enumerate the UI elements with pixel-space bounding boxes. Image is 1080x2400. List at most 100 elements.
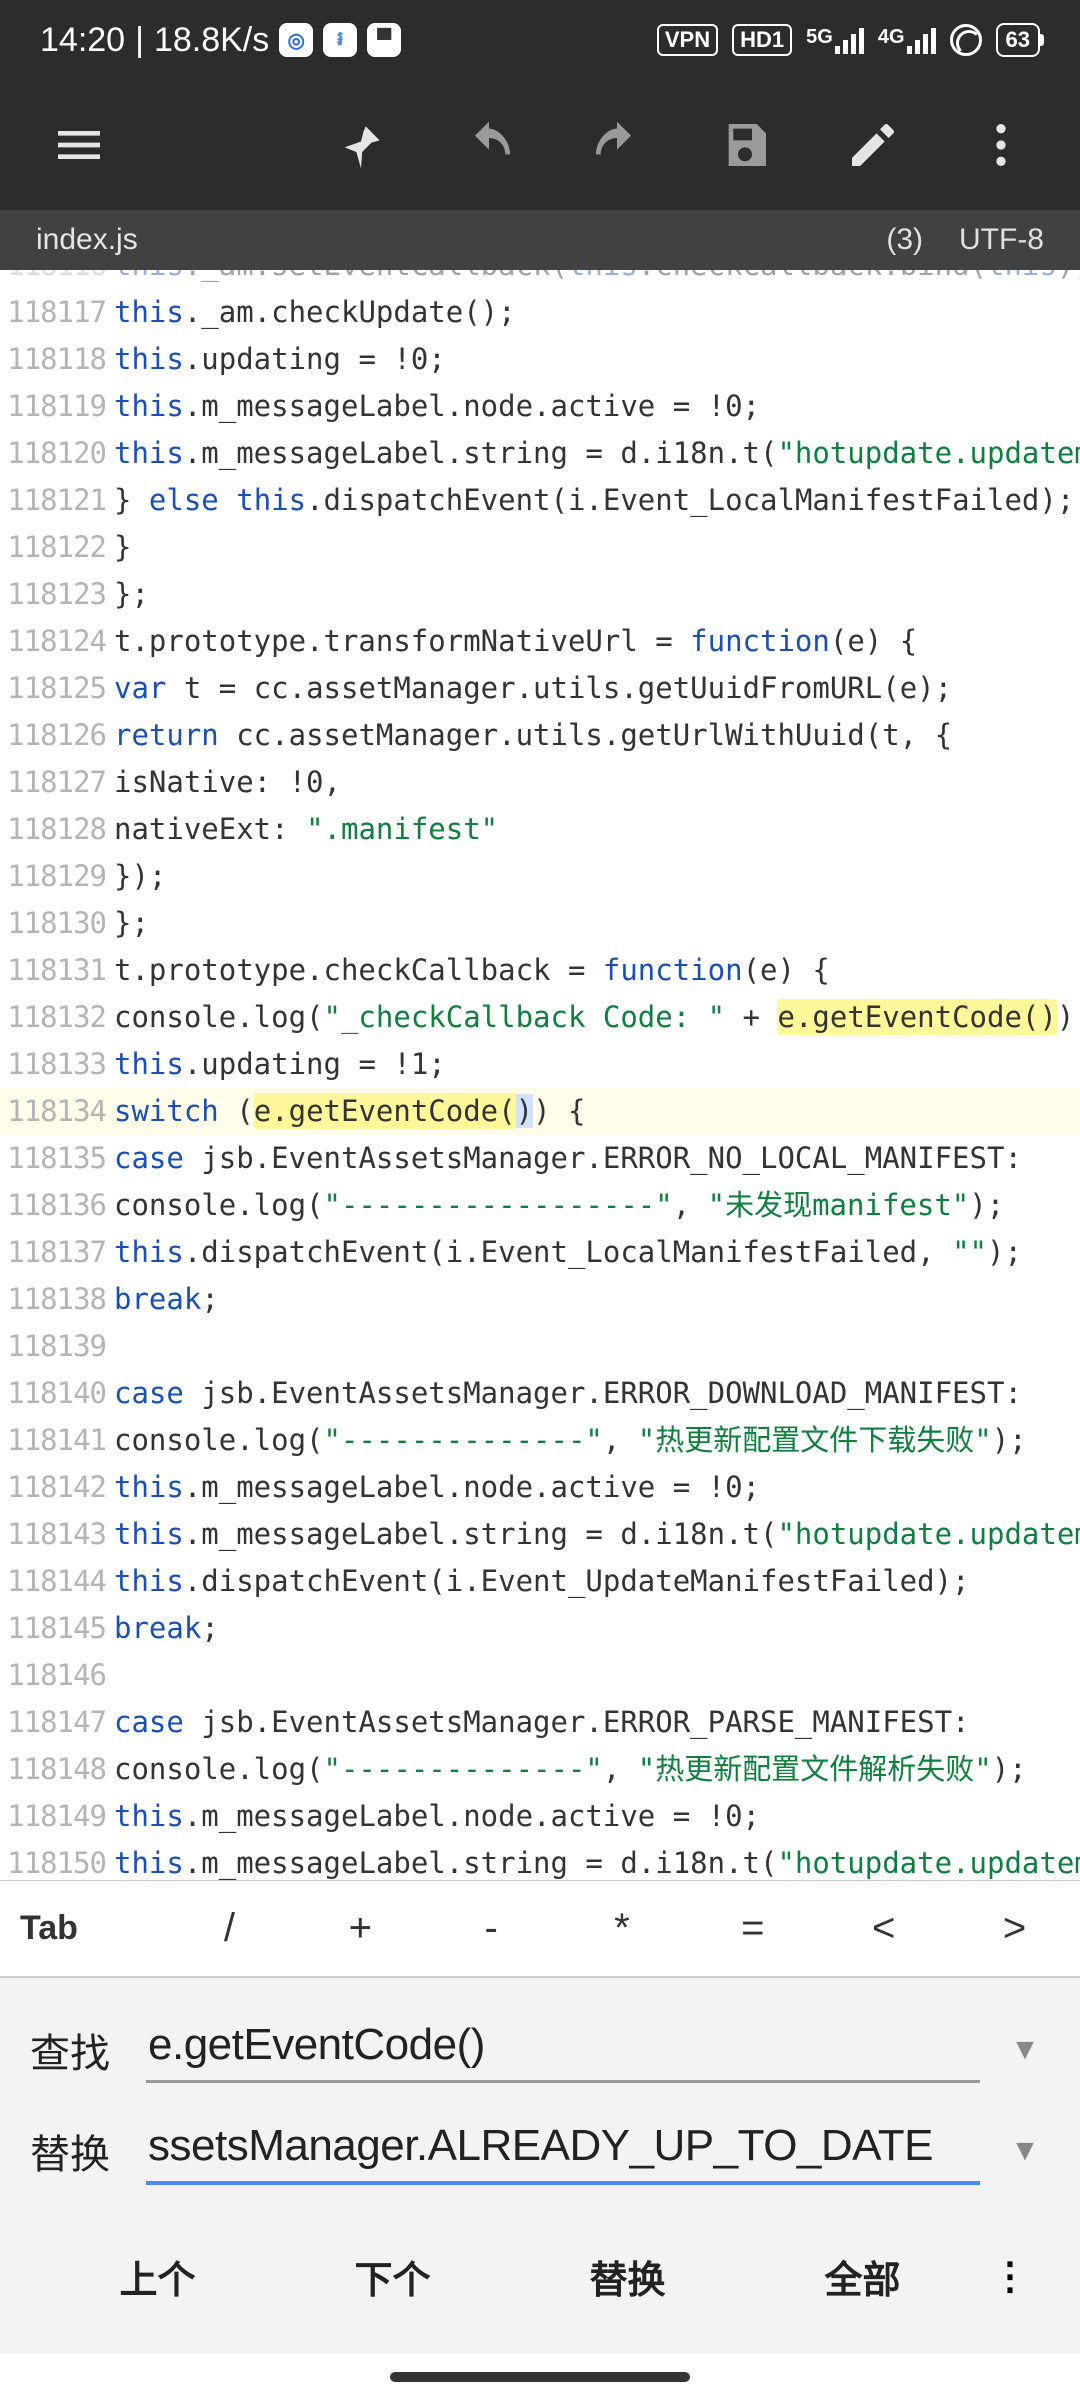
find-options-button[interactable]: ⋮: [980, 2254, 1040, 2299]
line-number: 118147: [0, 1699, 114, 1746]
code-line[interactable]: 118137this.dispatchEvent(i.Event_LocalMa…: [0, 1229, 1080, 1276]
code-line[interactable]: 118119this.m_messageLabel.node.active = …: [0, 383, 1080, 430]
code-line[interactable]: 118140case jsb.EventAssetsManager.ERROR_…: [0, 1370, 1080, 1417]
code-content: this.m_messageLabel.string = d.i18n.t("h…: [114, 1840, 1080, 1880]
code-line[interactable]: 118127isNative: !0,: [0, 759, 1080, 806]
code-line[interactable]: 118130};: [0, 900, 1080, 947]
code-line[interactable]: 118124t.prototype.transformNativeUrl = f…: [0, 618, 1080, 665]
app-icon-3: ▀: [367, 23, 401, 57]
code-line[interactable]: 118118this.updating = !0;: [0, 336, 1080, 383]
status-time: 14:20: [40, 21, 125, 60]
undo-button[interactable]: [450, 106, 528, 184]
code-content: this.m_messageLabel.node.active = !0;: [114, 1793, 1080, 1840]
symbol-key-*[interactable]: *: [557, 1906, 688, 1951]
replace-input[interactable]: [146, 2117, 980, 2185]
signal-2: 4G: [878, 26, 936, 54]
line-number: 118148: [0, 1746, 114, 1793]
replace-all-button[interactable]: 全部: [745, 2249, 980, 2304]
code-line[interactable]: 118122}: [0, 524, 1080, 571]
code-line[interactable]: 118136console.log("------------------", …: [0, 1182, 1080, 1229]
code-line[interactable]: 118145break;: [0, 1605, 1080, 1652]
status-left: 14:20 | 18.8K/s ◎ ៛ ▀: [40, 21, 401, 60]
code-line[interactable]: 118139: [0, 1323, 1080, 1370]
code-line[interactable]: 118144this.dispatchEvent(i.Event_UpdateM…: [0, 1558, 1080, 1605]
find-label: 查找: [30, 2021, 126, 2079]
signal-1: 5G: [806, 26, 864, 54]
pin-button[interactable]: [322, 106, 400, 184]
code-line[interactable]: 118123};: [0, 571, 1080, 618]
app-icon-1: ◎: [279, 23, 313, 57]
symbol-key--[interactable]: -: [426, 1906, 557, 1951]
code-line[interactable]: 118131t.prototype.checkCallback = functi…: [0, 947, 1080, 994]
code-line[interactable]: 118133this.updating = !1;: [0, 1041, 1080, 1088]
code-line[interactable]: 118146: [0, 1652, 1080, 1699]
symbol-key-=[interactable]: =: [687, 1906, 818, 1951]
symbol-key-+[interactable]: +: [295, 1906, 426, 1951]
code-content: return cc.assetManager.utils.getUrlWithU…: [114, 712, 1080, 759]
match-count: (3): [886, 223, 923, 257]
code-content: break;: [114, 1276, 1080, 1323]
prev-match-button[interactable]: 上个: [40, 2249, 275, 2304]
symbol-row: Tab/+-*=<>: [0, 1880, 1080, 1976]
line-number: 118121: [0, 477, 114, 524]
symbol-key-tab[interactable]: Tab: [0, 1909, 164, 1948]
code-line[interactable]: 118132console.log("_checkCallback Code: …: [0, 994, 1080, 1041]
replace-one-button[interactable]: 替换: [510, 2249, 745, 2304]
code-line[interactable]: 118116this._am.setEventCallback(this.che…: [0, 270, 1080, 289]
code-line[interactable]: 118142this.m_messageLabel.node.active = …: [0, 1464, 1080, 1511]
edit-button[interactable]: [834, 106, 912, 184]
code-editor[interactable]: 118116this._am.setEventCallback(this.che…: [0, 270, 1080, 1880]
code-line[interactable]: 118128nativeExt: ".manifest": [0, 806, 1080, 853]
code-content: });: [114, 853, 1080, 900]
line-number: 118120: [0, 430, 114, 477]
line-number: 118138: [0, 1276, 114, 1323]
home-indicator[interactable]: [390, 2372, 690, 2382]
code-line[interactable]: 118117this._am.checkUpdate();: [0, 289, 1080, 336]
code-line[interactable]: 118126return cc.assetManager.utils.getUr…: [0, 712, 1080, 759]
code-line[interactable]: 118143this.m_messageLabel.string = d.i18…: [0, 1511, 1080, 1558]
menu-button[interactable]: [40, 106, 118, 184]
code-content: t.prototype.transformNativeUrl = functio…: [114, 618, 1080, 665]
line-number: 118118: [0, 336, 114, 383]
code-line[interactable]: 118125var t = cc.assetManager.utils.getU…: [0, 665, 1080, 712]
code-content: this.updating = !1;: [114, 1041, 1080, 1088]
code-content: }: [114, 524, 1080, 571]
code-content: this.m_messageLabel.string = d.i18n.t("h…: [114, 1511, 1080, 1558]
code-line[interactable]: 118120this.m_messageLabel.string = d.i18…: [0, 430, 1080, 477]
line-number: 118150: [0, 1840, 114, 1880]
line-number: 118116: [0, 270, 114, 289]
next-match-button[interactable]: 下个: [275, 2249, 510, 2304]
symbol-key->[interactable]: >: [949, 1906, 1080, 1951]
code-line[interactable]: 118135case jsb.EventAssetsManager.ERROR_…: [0, 1135, 1080, 1182]
more-button[interactable]: [962, 106, 1040, 184]
line-number: 118137: [0, 1229, 114, 1276]
line-number: 118124: [0, 618, 114, 665]
status-speed: 18.8K/s: [154, 21, 269, 60]
symbol-key-<[interactable]: <: [818, 1906, 949, 1951]
symbol-key-/[interactable]: /: [164, 1906, 295, 1951]
vpn-badge: VPN: [657, 24, 718, 56]
code-content: console.log("------------------", "未发现ma…: [114, 1182, 1080, 1229]
code-line[interactable]: 118129});: [0, 853, 1080, 900]
code-line[interactable]: 118150this.m_messageLabel.string = d.i18…: [0, 1840, 1080, 1880]
find-input[interactable]: [146, 2016, 980, 2083]
replace-label: 替换: [30, 2122, 126, 2180]
code-line[interactable]: 118149this.m_messageLabel.node.active = …: [0, 1793, 1080, 1840]
code-line[interactable]: 118121} else this.dispatchEvent(i.Event_…: [0, 477, 1080, 524]
code-line[interactable]: 118147case jsb.EventAssetsManager.ERROR_…: [0, 1699, 1080, 1746]
code-line[interactable]: 118148console.log("--------------", "热更新…: [0, 1746, 1080, 1793]
status-right: VPN HD1 5G 4G 63: [657, 23, 1040, 57]
save-button[interactable]: [706, 106, 784, 184]
find-history-dropdown[interactable]: ▼: [1000, 2025, 1050, 2075]
line-number: 118144: [0, 1558, 114, 1605]
code-line[interactable]: 118141console.log("--------------", "热更新…: [0, 1417, 1080, 1464]
code-content: this.m_messageLabel.node.active = !0;: [114, 1464, 1080, 1511]
line-number: 118134: [0, 1088, 114, 1135]
code-content: console.log("--------------", "热更新配置文件下载…: [114, 1417, 1080, 1464]
code-content: this.dispatchEvent(i.Event_UpdateManifes…: [114, 1558, 1080, 1605]
redo-button[interactable]: [578, 106, 656, 184]
replace-history-dropdown[interactable]: ▼: [1000, 2126, 1050, 2176]
code-line[interactable]: 118138break;: [0, 1276, 1080, 1323]
file-encoding: UTF-8: [959, 223, 1044, 257]
code-line[interactable]: 118134switch (e.getEventCode()) {: [0, 1088, 1080, 1135]
